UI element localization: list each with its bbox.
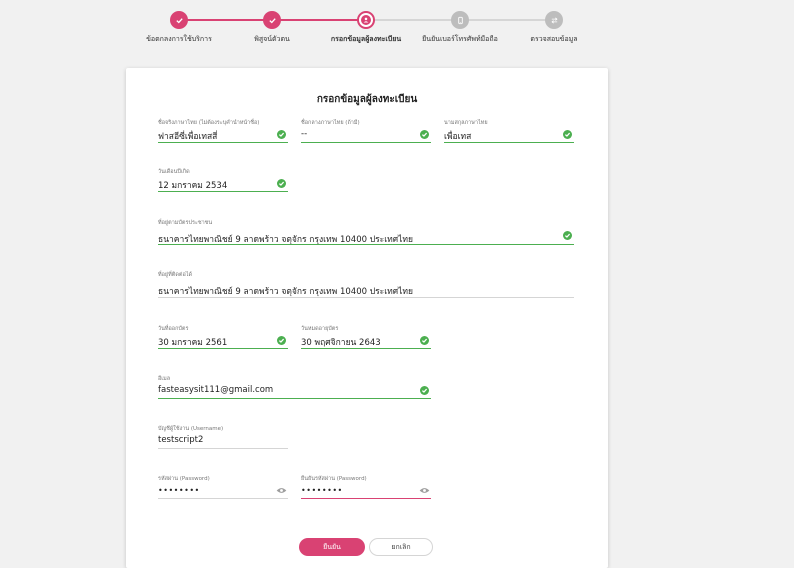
- first-name-field[interactable]: ชื่อจริงภาษาไทย (ไม่ต้องระบุคำนำหน้าชื่อ…: [158, 119, 288, 143]
- issue-date-label: วันที่ออกบัตร: [158, 326, 189, 332]
- password-underline: [158, 498, 288, 499]
- birth-date-field[interactable]: วันเดือนปีเกิด 12 มกราคม 2534: [158, 168, 288, 192]
- first-name-label: ชื่อจริงภาษาไทย (ไม่ต้องระบุคำนำหน้าชื่อ…: [158, 120, 260, 126]
- id-address-field[interactable]: ที่อยู่ตามบัตรประชาชน ธนาคารไทยพาณิชย์ 9…: [158, 219, 574, 245]
- username-label: บัญชีผู้ใช้งาน (Username): [158, 426, 224, 432]
- registration-form-card: กรอกข้อมูลผู้ลงทะเบียน ชื่อจริงภาษาไทย (…: [126, 68, 608, 568]
- email-value: fasteasysit111@gmail.com: [158, 385, 274, 395]
- issue-date-field[interactable]: วันที่ออกบัตร 30 มกราคม 2561: [158, 325, 288, 349]
- id-address-label: ที่อยู่ตามบัตรประชาชน: [158, 220, 213, 226]
- check-circle-icon: [420, 130, 429, 139]
- step-3-label: กรอกข้อมูลผู้ลงทะเบียน: [330, 35, 402, 43]
- step-1-check-icon: [170, 11, 188, 29]
- birth-date-label: วันเดือนปีเกิด: [158, 169, 190, 175]
- confirm-password-field[interactable]: ยืนยันรหัสผ่าน (Password) ••••••••: [301, 475, 431, 499]
- middle-name-field[interactable]: ชื่อกลางภาษาไทย (ถ้ามี) --: [301, 119, 431, 143]
- step-3-user-icon: [357, 11, 375, 29]
- expiry-date-label: วันหมดอายุบัตร: [301, 326, 339, 332]
- email-label: อีเมล: [158, 376, 171, 382]
- step-5-label: ตรวจสอบข้อมูล: [530, 35, 578, 43]
- id-address-underline: [158, 243, 574, 245]
- step-1-label: ข้อตกลงการใช้บริการ: [146, 35, 212, 43]
- step-5-transfer-icon: [545, 11, 563, 29]
- step-4-label: ยืนยันเบอร์โทรศัพท์มือถือ: [422, 35, 498, 43]
- contact-address-field[interactable]: ที่อยู่ที่ติดต่อได้ ธนาคารไทยพาณิชย์ 9 ล…: [158, 271, 574, 298]
- middle-name-label: ชื่อกลางภาษาไทย (ถ้ามี): [301, 120, 360, 126]
- email-field[interactable]: อีเมล fasteasysit111@gmail.com: [158, 375, 431, 399]
- last-name-label: นามสกุลภาษาไทย: [444, 120, 488, 126]
- check-circle-icon: [277, 179, 286, 188]
- step-2-check-icon: [263, 11, 281, 29]
- eye-icon[interactable]: [276, 487, 287, 494]
- check-circle-icon: [277, 336, 286, 345]
- cancel-button[interactable]: ยกเลิก: [369, 538, 433, 556]
- confirm-password-value: ••••••••: [301, 486, 343, 495]
- eye-icon[interactable]: [419, 487, 430, 494]
- check-circle-icon: [420, 386, 429, 395]
- first-name-underline: [158, 141, 288, 143]
- email-underline: [158, 397, 431, 399]
- confirm-password-underline: [301, 497, 431, 499]
- username-value: testscript2: [158, 435, 204, 445]
- contact-address-label: ที่อยู่ที่ติดต่อได้: [158, 272, 193, 278]
- check-circle-icon: [277, 130, 286, 139]
- username-underline: [158, 448, 288, 449]
- username-field[interactable]: บัญชีผู้ใช้งาน (Username) testscript2: [158, 425, 288, 449]
- check-circle-icon: [420, 336, 429, 345]
- expiry-date-field[interactable]: วันหมดอายุบัตร 30 พฤศจิกายน 2643: [301, 325, 431, 349]
- password-label: รหัสผ่าน (Password): [158, 476, 210, 482]
- contact-address-value: ธนาคารไทยพาณิชย์ 9 ลาดพร้าว จตุจักร กรุง…: [158, 287, 413, 297]
- expiry-date-underline: [301, 347, 431, 349]
- birth-date-underline: [158, 190, 288, 192]
- confirm-button[interactable]: ยืนยัน: [299, 538, 365, 556]
- form-title: กรอกข้อมูลผู้ลงทะเบียน: [316, 94, 418, 105]
- contact-address-underline: [158, 297, 574, 298]
- check-circle-icon: [563, 231, 572, 240]
- step-2-label: พิสูจน์ตัวตน: [254, 35, 290, 43]
- last-name-underline: [444, 141, 574, 143]
- check-circle-icon: [563, 130, 572, 139]
- middle-name-value: --: [301, 129, 308, 139]
- password-value: ••••••••: [158, 486, 200, 495]
- confirm-password-label: ยืนยันรหัสผ่าน (Password): [301, 476, 367, 482]
- progress-stepper: ข้อตกลงการใช้บริการ พิสูจน์ตัวตน กรอกข้อ…: [0, 0, 794, 60]
- issue-date-underline: [158, 347, 288, 349]
- step-4-phone-icon: [451, 11, 469, 29]
- last-name-field[interactable]: นามสกุลภาษาไทย เพื่อเทส: [444, 119, 574, 143]
- password-field[interactable]: รหัสผ่าน (Password) ••••••••: [158, 475, 288, 499]
- middle-name-underline: [301, 141, 431, 143]
